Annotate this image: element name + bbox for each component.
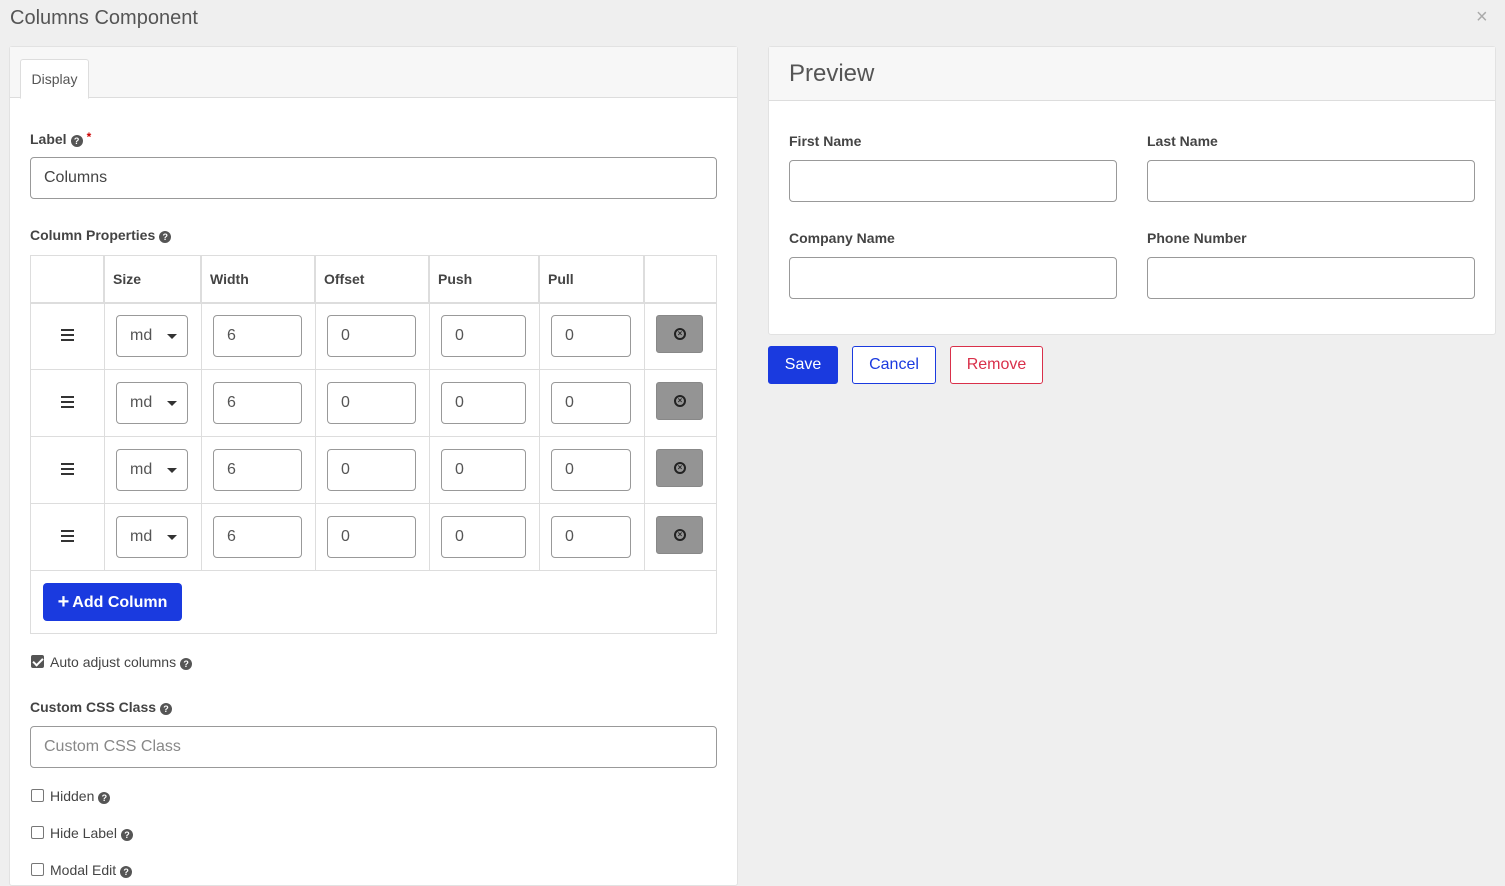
remove-circle-icon: × [674, 328, 686, 340]
preview-title: Preview [789, 60, 875, 87]
size-select[interactable]: md [116, 315, 188, 357]
first-name-label: First Name [789, 133, 862, 149]
hidden-label: Hidden [50, 788, 95, 804]
push-input[interactable]: 0 [441, 382, 526, 424]
column-properties-text: Column Properties [30, 227, 156, 243]
col-header-offset: Offset [315, 256, 429, 302]
offset-input[interactable]: 0 [327, 382, 416, 424]
col-header-pull: Pull [539, 256, 644, 302]
column-properties-label: Column Properties? [30, 227, 172, 243]
remove-circle-icon: × [674, 395, 686, 407]
offset-input[interactable]: 0 [327, 449, 416, 491]
tab-bar: Display [10, 47, 737, 99]
remove-column-button[interactable]: × [656, 449, 703, 487]
remove-circle-icon: × [674, 462, 686, 474]
add-column-button[interactable]: + Add Column [43, 583, 182, 621]
hide-label-checkbox[interactable] [31, 826, 44, 839]
custom-css-input[interactable] [30, 726, 717, 768]
company-name-label: Company Name [789, 230, 895, 246]
help-icon[interactable]: ? [70, 135, 83, 147]
width-input[interactable]: 6 [213, 449, 302, 491]
last-name-label: Last Name [1147, 133, 1218, 149]
width-input[interactable]: 6 [213, 315, 302, 357]
required-mark: * [86, 130, 92, 144]
col-header-push: Push [429, 256, 539, 302]
remove-circle-icon: × [674, 529, 686, 541]
hide-label-label: Hide Label [50, 825, 117, 841]
offset-input[interactable]: 0 [327, 315, 416, 357]
width-input[interactable]: 6 [213, 516, 302, 558]
help-icon[interactable]: ? [120, 829, 133, 841]
offset-input[interactable]: 0 [327, 516, 416, 558]
help-icon[interactable]: ? [98, 792, 111, 804]
plus-icon: + [57, 591, 70, 613]
drag-handle-icon[interactable] [61, 463, 75, 475]
preview-panel: Preview First Name Last Name Company Nam… [768, 46, 1496, 335]
cancel-button[interactable]: Cancel [852, 346, 936, 384]
size-select[interactable]: md [116, 449, 188, 491]
drag-handle-icon[interactable] [61, 329, 75, 341]
caret-down-icon [167, 334, 177, 339]
size-select[interactable]: md [116, 382, 188, 424]
auto-adjust-label: Auto adjust columns [50, 654, 177, 670]
hidden-checkbox[interactable] [31, 789, 44, 802]
preview-header: Preview [769, 47, 1495, 101]
first-name-input[interactable] [789, 160, 1117, 202]
custom-css-label: Custom CSS Class? [30, 699, 173, 715]
push-input[interactable]: 0 [441, 516, 526, 558]
drag-handle-icon[interactable] [61, 530, 75, 542]
remove-column-button[interactable]: × [656, 516, 703, 554]
col-header-drag [31, 256, 104, 302]
tab-display[interactable]: Display [20, 59, 89, 99]
caret-down-icon [167, 401, 177, 406]
help-icon[interactable]: ? [180, 658, 193, 670]
dialog-title: Columns Component [10, 7, 198, 29]
pull-input[interactable]: 0 [551, 315, 631, 357]
col-header-actions [644, 256, 716, 302]
modal-edit-checkbox[interactable] [31, 863, 44, 876]
caret-down-icon [167, 468, 177, 473]
modal-edit-label: Modal Edit [50, 862, 117, 878]
column-properties-table: Size Width Offset Push Pull md 6 0 0 0 × [30, 255, 717, 634]
custom-css-label-text: Custom CSS Class [30, 699, 157, 715]
size-select[interactable]: md [116, 516, 188, 558]
auto-adjust-checkbox[interactable] [31, 655, 44, 668]
save-button[interactable]: Save [768, 346, 838, 384]
caret-down-icon [167, 535, 177, 540]
col-header-size: Size [104, 256, 201, 302]
phone-number-label: Phone Number [1147, 230, 1247, 246]
label-field-label: Label? * [30, 130, 91, 147]
label-field-text: Label [30, 131, 67, 147]
pull-input[interactable]: 0 [551, 449, 631, 491]
settings-panel: Display Label?* Column Properties? Size … [9, 46, 738, 886]
phone-number-input[interactable] [1147, 257, 1475, 299]
remove-column-button[interactable]: × [656, 382, 703, 420]
help-icon[interactable]: ? [160, 703, 173, 715]
push-input[interactable]: 0 [441, 449, 526, 491]
push-input[interactable]: 0 [441, 315, 526, 357]
pull-input[interactable]: 0 [551, 516, 631, 558]
remove-button[interactable]: Remove [950, 346, 1043, 384]
label-input[interactable] [30, 157, 717, 199]
width-input[interactable]: 6 [213, 382, 302, 424]
company-name-input[interactable] [789, 257, 1117, 299]
col-header-width: Width [201, 256, 315, 302]
help-icon[interactable]: ? [159, 231, 172, 243]
close-icon[interactable]: × [1476, 6, 1488, 29]
remove-column-button[interactable]: × [656, 315, 703, 353]
last-name-input[interactable] [1147, 160, 1475, 202]
pull-input[interactable]: 0 [551, 382, 631, 424]
drag-handle-icon[interactable] [61, 396, 75, 408]
help-icon[interactable]: ? [120, 866, 133, 878]
